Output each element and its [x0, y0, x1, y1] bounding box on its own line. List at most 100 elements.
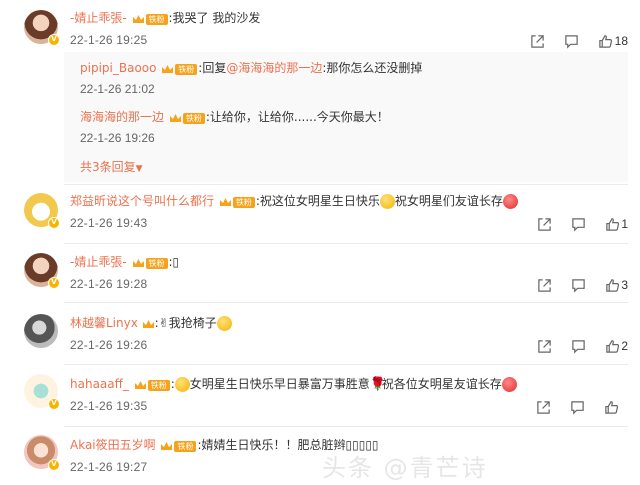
reply-timestamp: 22-1-26 21:02 — [80, 82, 155, 96]
thumbs-up-icon — [606, 278, 619, 292]
avatar[interactable] — [24, 314, 58, 348]
divider — [64, 426, 628, 427]
comment-icon — [570, 400, 584, 415]
reply-text: :那你怎么还没删掉 — [322, 61, 423, 75]
share-button[interactable] — [526, 398, 560, 416]
fan-badge: 铁粉 — [132, 10, 168, 28]
avatar[interactable]: V — [24, 10, 60, 46]
timestamp: 22-1-26 19:35 — [70, 399, 148, 413]
comment-icon — [572, 217, 585, 232]
share-icon — [538, 278, 551, 292]
crown-icon — [132, 259, 144, 267]
fan-badge: 铁粉 — [132, 254, 168, 272]
avatar[interactable]: V — [24, 253, 60, 289]
timestamp: 22-1-26 19:43 — [70, 216, 148, 230]
comment-icon — [565, 34, 578, 49]
crown-icon — [162, 65, 174, 73]
timestamp: 22-1-26 19:25 — [70, 33, 148, 47]
reply-panel: pipipi_Baooo 铁粉:回复@海海海的那一边:那你怎么还没删掉 22-1… — [64, 52, 628, 182]
mention-link[interactable]: @海海海的那一边 — [226, 61, 322, 75]
comment-icon — [572, 339, 585, 354]
reply-timestamp: 22-1-26 19:26 — [80, 131, 155, 145]
vip-badge-icon: V — [48, 217, 60, 229]
fan-badge: 铁粉 — [161, 60, 198, 78]
crown-icon — [134, 381, 146, 389]
comment-button[interactable] — [561, 276, 595, 294]
crown-icon — [169, 114, 181, 122]
reply-text: :让给你，让给你......今天你最大！ — [205, 110, 389, 124]
comment-text-continued: 女明星生日快乐早日暴富万事胜意 — [189, 377, 370, 391]
divider — [64, 243, 628, 244]
rose-icon: 🌹 — [369, 377, 386, 392]
crown-icon — [132, 15, 144, 23]
share-icon — [538, 339, 551, 353]
like-count: 1 — [621, 217, 628, 231]
fan-badge: 铁粉 — [169, 109, 205, 127]
share-icon — [538, 217, 551, 231]
comment-text: :▯ — [168, 255, 180, 269]
watermark: 头条 @青芒诗 — [322, 454, 488, 482]
timestamp: 22-1-26 19:28 — [70, 277, 148, 291]
divider — [64, 184, 628, 185]
avatar[interactable]: V — [24, 435, 60, 471]
reply-item: 海海海的那一边 铁粉:让给你，让给你......今天你最大！ — [80, 108, 389, 127]
divider — [64, 302, 628, 303]
comment-text-continued: 祝各位女明星友谊长存 — [381, 377, 502, 391]
reply-item: pipipi_Baooo 铁粉:回复@海海海的那一边:那你怎么还没删掉 — [80, 59, 422, 78]
fan-badge: 铁粉 — [219, 193, 255, 211]
thumbs-up-icon — [606, 217, 619, 231]
fan-badge: 铁粉 — [160, 437, 197, 455]
vip-badge-icon: V — [48, 277, 60, 289]
comment-icon — [572, 278, 585, 293]
like-count: 3 — [621, 278, 628, 292]
share-button[interactable] — [521, 32, 555, 50]
username[interactable]: -婧止乖張- — [70, 255, 127, 269]
crown-icon — [142, 319, 154, 328]
more-replies-label: 共3条回复 — [80, 160, 136, 174]
username[interactable]: hahaaaff_ — [70, 377, 129, 391]
comment-button[interactable] — [561, 337, 595, 355]
vip-badge-icon: V — [48, 398, 60, 410]
cheer-emoji-icon — [379, 194, 395, 209]
comment-text: :我哭了 我的沙发 — [168, 11, 261, 25]
crown-icon — [219, 198, 231, 206]
avatar[interactable]: V — [24, 193, 60, 229]
comment-text: :✌我抢椅子 — [154, 316, 217, 330]
like-count: 18 — [614, 34, 628, 48]
share-button[interactable] — [527, 276, 561, 294]
dog-emoji-icon — [216, 316, 232, 331]
reply-prefix: :回复 — [198, 61, 227, 75]
thumbs-up-icon — [599, 34, 613, 48]
divider — [64, 364, 628, 365]
username[interactable]: 林越馨Linyx — [70, 316, 138, 330]
more-replies-link[interactable]: 共3条回复▼ — [80, 158, 143, 175]
vip-badge-icon: V — [48, 459, 60, 471]
share-icon — [531, 34, 544, 48]
comment-text-continued: 祝女明星们友谊长存 — [394, 194, 503, 208]
fan-badge: 铁粉 — [134, 376, 170, 394]
timestamp: 22-1-26 19:26 — [70, 338, 148, 352]
timestamp: 22-1-26 19:27 — [70, 460, 148, 474]
avatar[interactable]: V — [24, 374, 60, 410]
share-button[interactable] — [527, 337, 561, 355]
comment-button[interactable] — [560, 398, 594, 416]
like-button[interactable] — [594, 398, 628, 416]
kiss-emoji-icon — [502, 194, 518, 209]
thumbs-up-icon — [604, 400, 618, 414]
smile-emoji-icon — [174, 377, 190, 392]
kiss-emoji-icon — [501, 377, 517, 392]
username[interactable]: -婧止乖張- — [70, 11, 127, 25]
comment-button[interactable] — [555, 32, 589, 50]
username[interactable]: 郑益昕说这个号叫什么都行 — [70, 194, 214, 208]
reply-username[interactable]: 海海海的那一边 — [80, 110, 164, 124]
vip-badge-icon: V — [48, 34, 60, 46]
reply-username[interactable]: pipipi_Baooo — [80, 61, 156, 75]
share-icon — [536, 400, 550, 414]
share-button[interactable] — [527, 215, 561, 233]
thumbs-up-icon — [606, 339, 619, 353]
comment-button[interactable] — [561, 215, 595, 233]
caret-down-icon: ▼ — [135, 164, 143, 174]
comment-text: :祝这位女明星生日快乐 — [255, 194, 380, 208]
like-count: 2 — [621, 339, 628, 353]
username[interactable]: Akai筱田五岁啊 — [70, 438, 156, 452]
